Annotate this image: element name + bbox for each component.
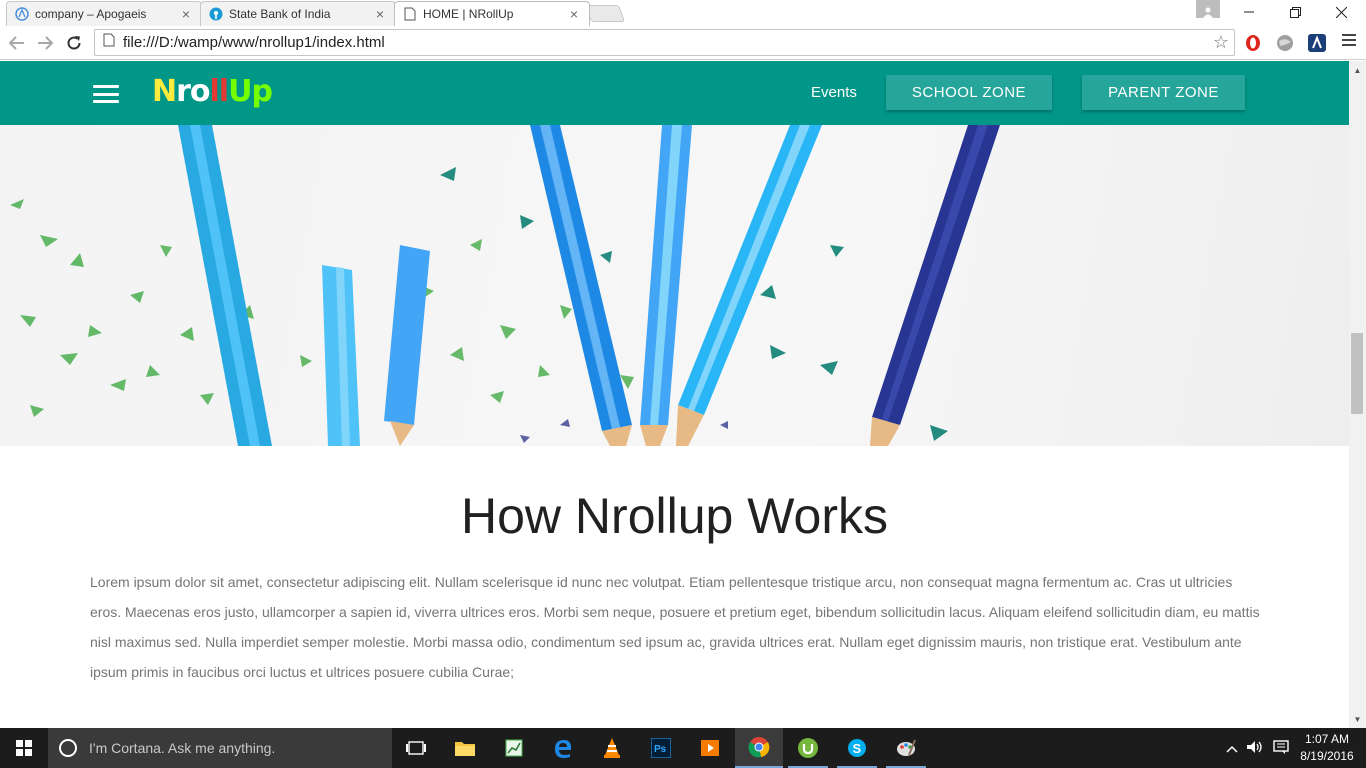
chrome-menu-icon[interactable] <box>1340 32 1358 53</box>
tab-state-bank-of-india[interactable]: State Bank of India × <box>200 1 396 26</box>
close-window-button[interactable] <box>1318 0 1364 24</box>
chrome-icon[interactable] <box>735 728 783 768</box>
scrollbar-thumb[interactable] <box>1351 333 1363 414</box>
forward-arrow-icon[interactable] <box>33 31 57 55</box>
clock-time: 1:07 AM <box>1304 732 1350 746</box>
system-tray <box>1222 728 1294 768</box>
scroll-up-arrow-icon[interactable]: ▲ <box>1349 63 1366 77</box>
vlc-icon[interactable] <box>588 728 636 768</box>
skype-icon[interactable]: S <box>833 728 881 768</box>
task-view-icon[interactable] <box>392 728 440 768</box>
close-icon[interactable]: × <box>373 6 387 22</box>
cortana-search-box[interactable]: I'm Cortana. Ask me anything. <box>48 728 392 768</box>
cortana-icon <box>59 739 77 757</box>
taskbar-clock[interactable]: 1:07 AM 8/19/2016 <box>1296 731 1358 765</box>
show-hidden-icons-chevron-icon[interactable] <box>1222 741 1242 756</box>
events-link[interactable]: Events <box>811 84 857 101</box>
cortana-placeholder: I'm Cortana. Ask me anything. <box>89 740 276 756</box>
profile-icon[interactable] <box>1196 0 1220 18</box>
apogaeis-icon <box>15 7 29 21</box>
section-body-text: Lorem ipsum dolor sit amet, consectetur … <box>90 574 1260 680</box>
close-icon[interactable]: × <box>179 6 193 22</box>
page-scrollbar[interactable]: ▲ ▼ <box>1349 61 1366 728</box>
site-logo[interactable]: NrollUp <box>152 74 273 109</box>
school-zone-button[interactable]: SCHOOL ZONE <box>886 75 1052 110</box>
sbi-icon <box>209 7 223 21</box>
windows-logo-icon <box>16 740 32 756</box>
svg-text:S: S <box>853 741 862 756</box>
url-input[interactable] <box>123 34 1208 51</box>
page-icon <box>103 33 115 52</box>
clock-date: 8/19/2016 <box>1300 749 1354 763</box>
restore-button[interactable] <box>1272 0 1318 24</box>
page-viewport: NrollUp Events SCHOOL ZONE PARENT ZONE H… <box>0 61 1349 728</box>
start-button[interactable] <box>0 728 48 768</box>
minimize-button[interactable] <box>1226 0 1272 24</box>
browser-toolbar: ☆ <box>0 26 1366 60</box>
file-explorer-icon[interactable] <box>441 728 489 768</box>
tab-label: HOME | NRollUp <box>423 7 514 21</box>
tab-label: State Bank of India <box>229 7 331 21</box>
hero-image <box>0 125 1349 446</box>
utorrent-icon[interactable] <box>784 728 832 768</box>
hamburger-menu-icon[interactable] <box>93 85 119 103</box>
media-player-icon[interactable] <box>686 728 734 768</box>
bookmark-star-icon[interactable]: ☆ <box>1208 32 1234 53</box>
opera-extension-icon[interactable] <box>1244 34 1262 52</box>
address-bar[interactable]: ☆ <box>94 29 1235 56</box>
windows-taskbar: I'm Cortana. Ask me anything. Ps S 1:07 … <box>0 728 1366 768</box>
edge-icon[interactable] <box>539 728 587 768</box>
logo-part: ll <box>209 74 230 109</box>
site-navbar: NrollUp Events SCHOOL ZONE PARENT ZONE <box>0 61 1349 125</box>
logo-part: Up <box>228 74 273 109</box>
tab-home-nrollup[interactable]: HOME | NRollUp × <box>394 1 590 26</box>
new-tab-button[interactable] <box>584 5 626 22</box>
browser-tab-strip: company – Apogaeis × State Bank of India… <box>0 0 1366 26</box>
spreadsheet-icon[interactable] <box>490 728 538 768</box>
globe-extension-icon[interactable] <box>1276 34 1294 52</box>
paint-icon[interactable] <box>882 728 930 768</box>
tab-label: company – Apogaeis <box>35 7 147 21</box>
close-icon[interactable]: × <box>567 6 581 22</box>
page-icon <box>403 7 417 21</box>
scroll-down-arrow-icon[interactable]: ▼ <box>1349 712 1366 726</box>
reload-icon[interactable] <box>62 31 86 55</box>
tab-company-apogaeis[interactable]: company – Apogaeis × <box>6 1 202 26</box>
section-title: How Nrollup Works <box>461 488 888 544</box>
logo-part: ro <box>176 74 210 109</box>
acrobat-extension-icon[interactable] <box>1308 34 1326 52</box>
action-center-icon[interactable] <box>1268 739 1294 757</box>
back-arrow-icon[interactable] <box>5 31 29 55</box>
photoshop-icon[interactable]: Ps <box>637 728 685 768</box>
svg-text:Ps: Ps <box>654 744 667 755</box>
parent-zone-button[interactable]: PARENT ZONE <box>1082 75 1245 110</box>
logo-part: N <box>152 74 177 109</box>
volume-icon[interactable] <box>1242 740 1268 757</box>
